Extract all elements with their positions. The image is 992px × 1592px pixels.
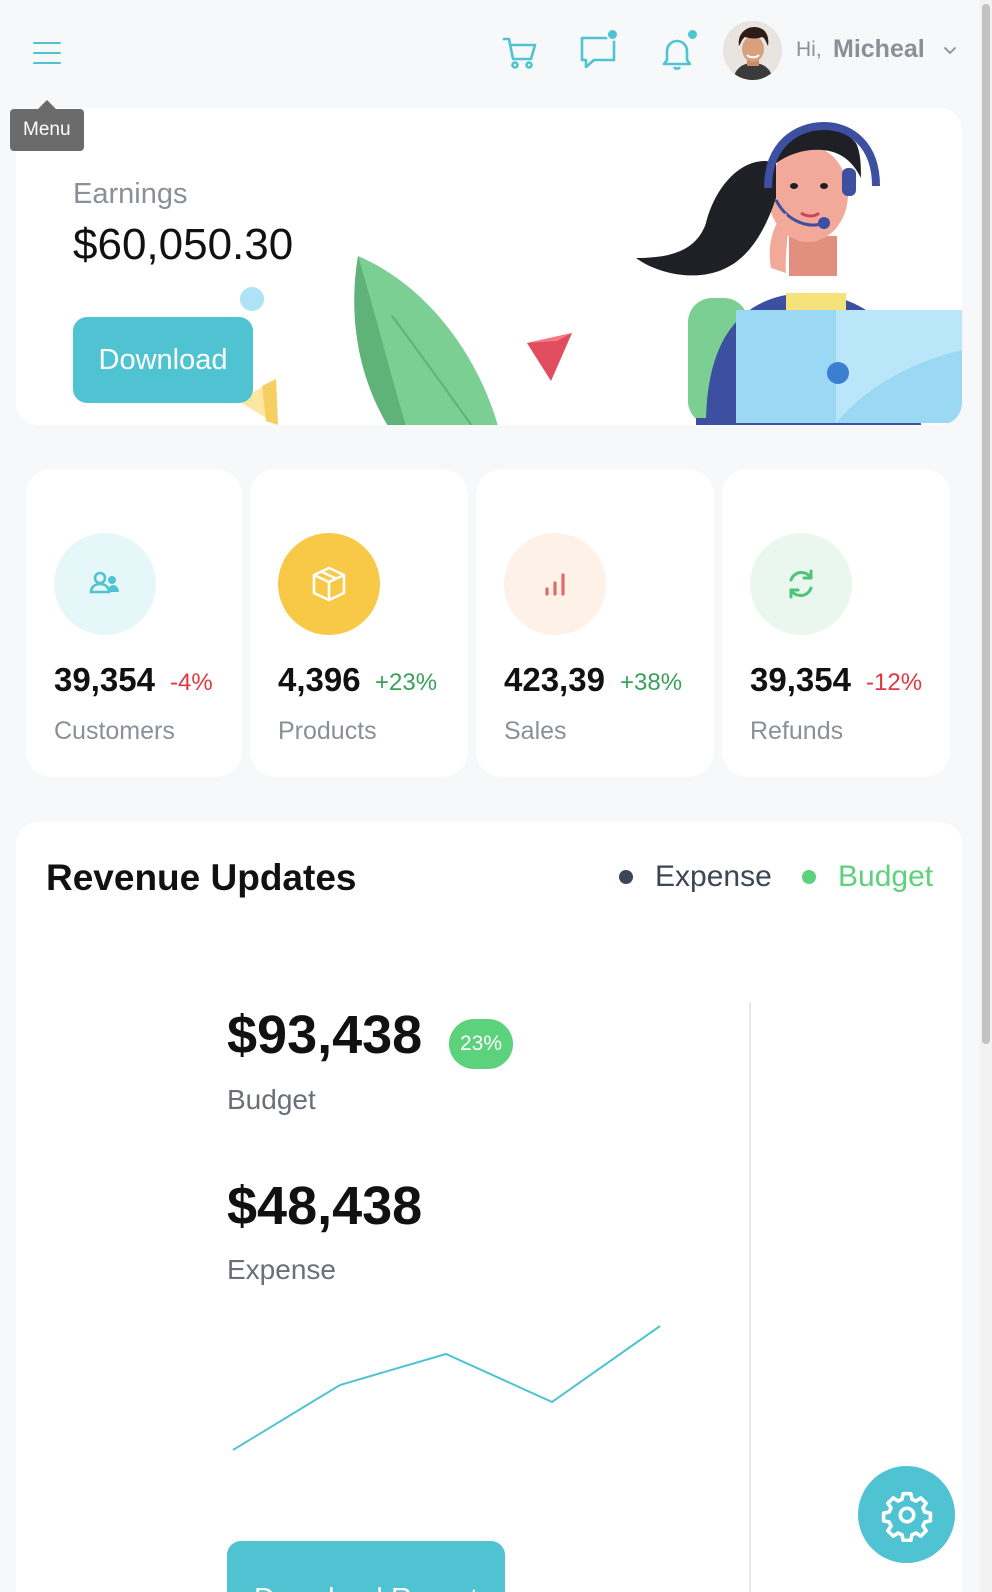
- scrollbar-thumb[interactable]: [982, 4, 990, 1044]
- legend-dot-icon: [619, 870, 633, 884]
- stat-change: -12%: [866, 669, 923, 696]
- menu-tooltip: Menu: [10, 100, 84, 151]
- legend-label: Budget: [838, 860, 934, 893]
- vertical-scrollbar[interactable]: [980, 0, 992, 1592]
- chevron-down-icon[interactable]: [942, 42, 958, 58]
- divider: [749, 1002, 751, 1592]
- revenue-updates-card: Revenue Updates Expense Budget $93,438 2…: [16, 822, 962, 1592]
- stat-change: -4%: [170, 669, 213, 696]
- budget-value: $93,438: [227, 1005, 423, 1065]
- stat-value: 39,354: [750, 661, 851, 698]
- cart-button[interactable]: [498, 30, 542, 74]
- download-report-button[interactable]: Download Report: [227, 1541, 505, 1592]
- user-name[interactable]: Micheal: [833, 35, 925, 64]
- menu-icon: [33, 42, 61, 44]
- legend-budget[interactable]: Budget: [802, 860, 933, 894]
- greeting-text: Hi,: [796, 38, 822, 61]
- legend-label: Expense: [655, 860, 772, 893]
- earnings-title: Earnings: [73, 178, 188, 210]
- stat-value: 39,354: [54, 661, 155, 698]
- stat-label: Sales: [504, 717, 567, 745]
- stat-value: 4,396: [278, 661, 361, 698]
- top-header: Hi, Micheal: [0, 0, 992, 100]
- avatar[interactable]: [723, 21, 782, 80]
- revenue-sparkline: [232, 1325, 661, 1451]
- bar-chart-icon: [504, 533, 606, 635]
- expense-value: $48,438: [227, 1176, 423, 1236]
- stat-label: Products: [278, 717, 377, 745]
- stat-label: Customers: [54, 717, 175, 745]
- stat-value: 423,39: [504, 661, 605, 698]
- budget-label: Budget: [227, 1084, 316, 1115]
- stat-card-customers[interactable]: 39,354 -4% Customers: [26, 469, 242, 777]
- stat-card-refunds[interactable]: 39,354 -12% Refunds: [722, 469, 950, 777]
- chat-button[interactable]: [576, 28, 620, 74]
- legend-dot-icon: [802, 870, 816, 884]
- cart-icon: [502, 37, 537, 69]
- refresh-icon: [750, 533, 852, 635]
- settings-button[interactable]: [858, 1466, 955, 1563]
- expense-label: Expense: [227, 1254, 336, 1285]
- avatar-image: [723, 21, 782, 80]
- stat-card-sales[interactable]: 423,39 +38% Sales: [476, 469, 714, 777]
- download-button[interactable]: Download: [73, 317, 253, 403]
- menu-icon-line: [33, 62, 61, 64]
- stat-card-products[interactable]: 4,396 +23% Products: [250, 469, 468, 777]
- revenue-title: Revenue Updates: [46, 857, 357, 898]
- gear-icon: [881, 1491, 932, 1542]
- users-icon: [54, 533, 156, 635]
- earnings-card: Earnings $60,050.30 Download: [16, 108, 962, 425]
- stat-change: +23%: [375, 669, 438, 696]
- box-icon: [278, 533, 380, 635]
- notifications-button[interactable]: [655, 28, 699, 74]
- stat-change: +38%: [620, 669, 683, 696]
- menu-button[interactable]: [28, 34, 66, 72]
- budget-badge: 23%: [449, 1019, 513, 1069]
- menu-icon-line: [33, 52, 61, 54]
- earnings-value: $60,050.30: [73, 220, 294, 269]
- bell-notification-dot: [686, 28, 699, 41]
- chat-notification-dot: [606, 28, 619, 41]
- stat-label: Refunds: [750, 717, 844, 745]
- legend-expense[interactable]: Expense: [619, 860, 772, 894]
